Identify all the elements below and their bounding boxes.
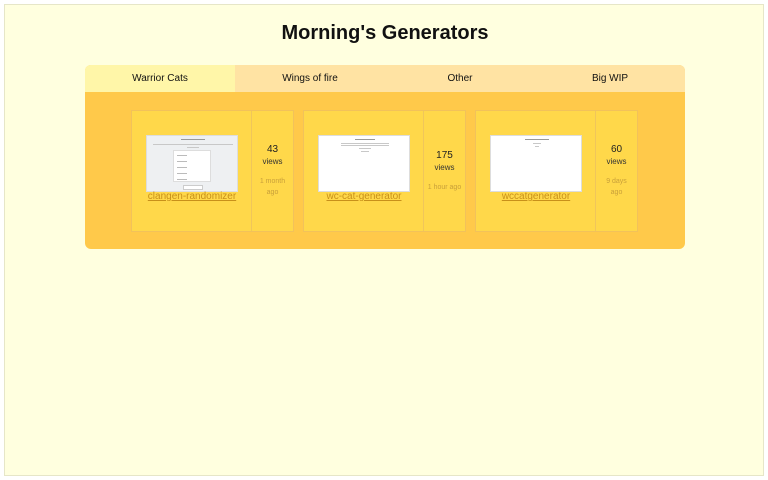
views-label: views <box>606 157 627 166</box>
tab-big-wip[interactable]: Big WIP <box>535 65 685 92</box>
updated-time: 1 month ago <box>259 178 286 196</box>
updated-time: 1 hour ago <box>427 183 462 191</box>
page-title: Morning's Generators <box>281 22 489 44</box>
views-label: views <box>262 157 283 166</box>
views-count: 175 <box>436 149 453 161</box>
tab-other[interactable]: Other <box>385 65 535 92</box>
generator-link[interactable]: wc-cat-generator <box>304 191 424 202</box>
generator-card: wc-cat-generator 175 views 1 hour ago <box>303 110 466 232</box>
generator-link[interactable]: clangen-randomizer <box>132 191 252 202</box>
card-stats: 43 views 1 month ago <box>252 111 293 231</box>
generator-card: wccatgenerator 60 views 9 days ago <box>475 110 638 232</box>
page: Morning's Generators Warrior Cats Wings … <box>4 4 764 476</box>
generators-panel: Warrior Cats Wings of fire Other Big WIP <box>85 65 685 249</box>
card-preview-area: wccatgenerator <box>476 111 596 231</box>
generator-thumbnail[interactable] <box>146 135 238 192</box>
updated-time: 9 days ago <box>606 178 627 196</box>
generator-thumbnail[interactable] <box>318 135 410 192</box>
views-count: 60 <box>610 144 623 155</box>
generator-link[interactable]: wccatgenerator <box>476 191 596 202</box>
tab-wings-of-fire[interactable]: Wings of fire <box>235 65 385 92</box>
card-stats: 175 views 1 hour ago <box>424 111 465 231</box>
views-label: views <box>434 162 455 172</box>
card-preview-area: wc-cat-generator <box>304 111 424 231</box>
tab-bar: Warrior Cats Wings of fire Other Big WIP <box>85 65 685 92</box>
tab-warrior-cats[interactable]: Warrior Cats <box>85 65 235 92</box>
generator-thumbnail[interactable] <box>490 135 582 192</box>
generator-card: clangen-randomizer 43 views 1 month ago <box>131 110 294 232</box>
card-stats: 60 views 9 days ago <box>596 111 637 231</box>
card-list: clangen-randomizer 43 views 1 month ago <box>131 110 638 232</box>
views-count: 43 <box>266 144 279 155</box>
card-preview-area: clangen-randomizer <box>132 111 252 231</box>
